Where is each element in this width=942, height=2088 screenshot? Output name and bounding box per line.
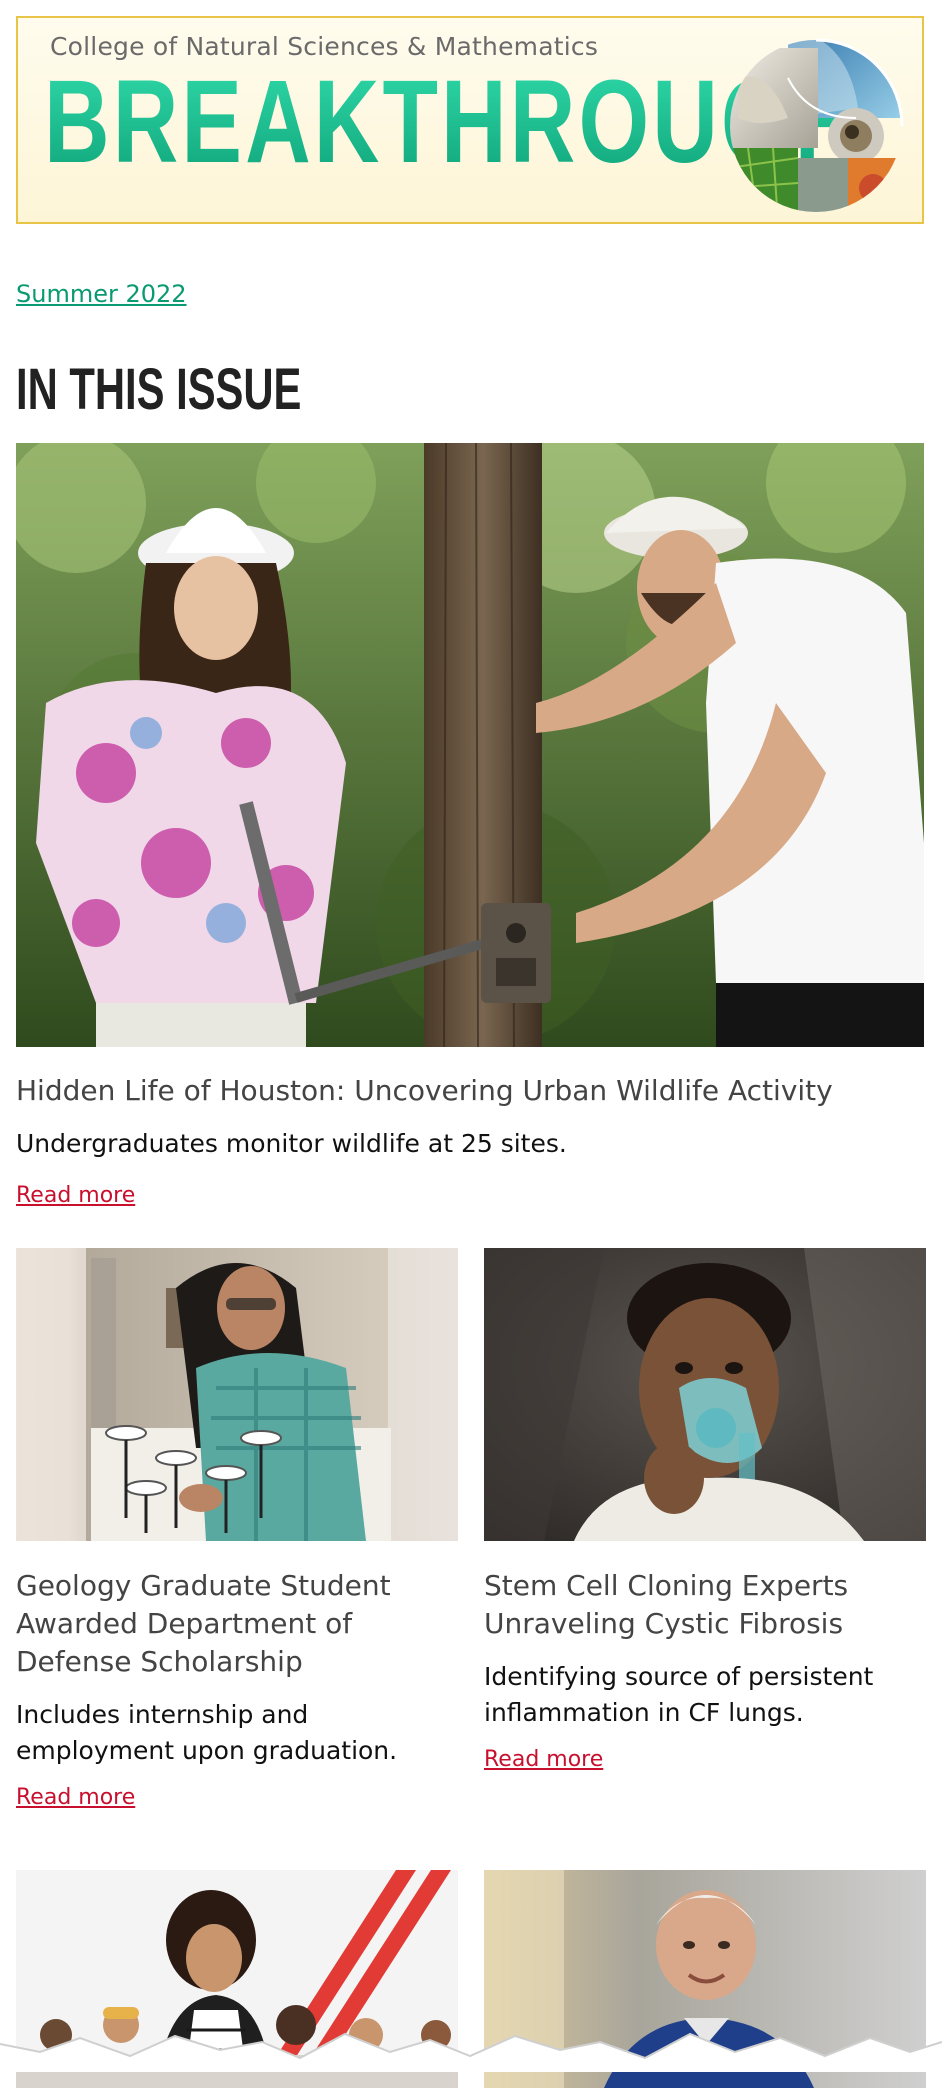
torn-edge-divider [0,2032,942,2072]
feature-article-summary: Undergraduates monitor wildlife at 25 si… [16,1129,567,1158]
issue-link[interactable]: Summer 2022 [16,280,187,308]
geology-student-image[interactable] [16,1248,458,1541]
feature-read-more-link[interactable]: Read more [16,1183,135,1208]
article-card-title[interactable]: Geology Graduate Student Awarded Departm… [16,1567,458,1681]
article-card-title[interactable]: Stem Cell Cloning Experts Unraveling Cys… [484,1567,926,1643]
article-card: Geology Graduate Student Awarded Departm… [16,1248,458,1810]
article-card: Stem Cell Cloning Experts Unraveling Cys… [484,1248,926,1772]
feature-article-title[interactable]: Hidden Life of Houston: Uncovering Urban… [16,1074,924,1107]
nautilus-spiral-icon [730,38,904,212]
newsletter-page: College of Natural Sciences & Mathematic… [16,16,926,2088]
feature-image[interactable] [16,443,924,1047]
newsletter-banner[interactable]: College of Natural Sciences & Mathematic… [16,16,924,224]
article-card-read-more-link[interactable]: Read more [16,1785,135,1810]
article-card-summary: Identifying source of persistent inflamm… [484,1662,874,1727]
article-card-summary: Includes internship and employment upon … [16,1700,398,1765]
section-heading: IN THIS ISSUE [16,357,302,422]
cystic-fibrosis-image[interactable] [484,1248,926,1541]
article-card-read-more-link[interactable]: Read more [484,1747,603,1772]
